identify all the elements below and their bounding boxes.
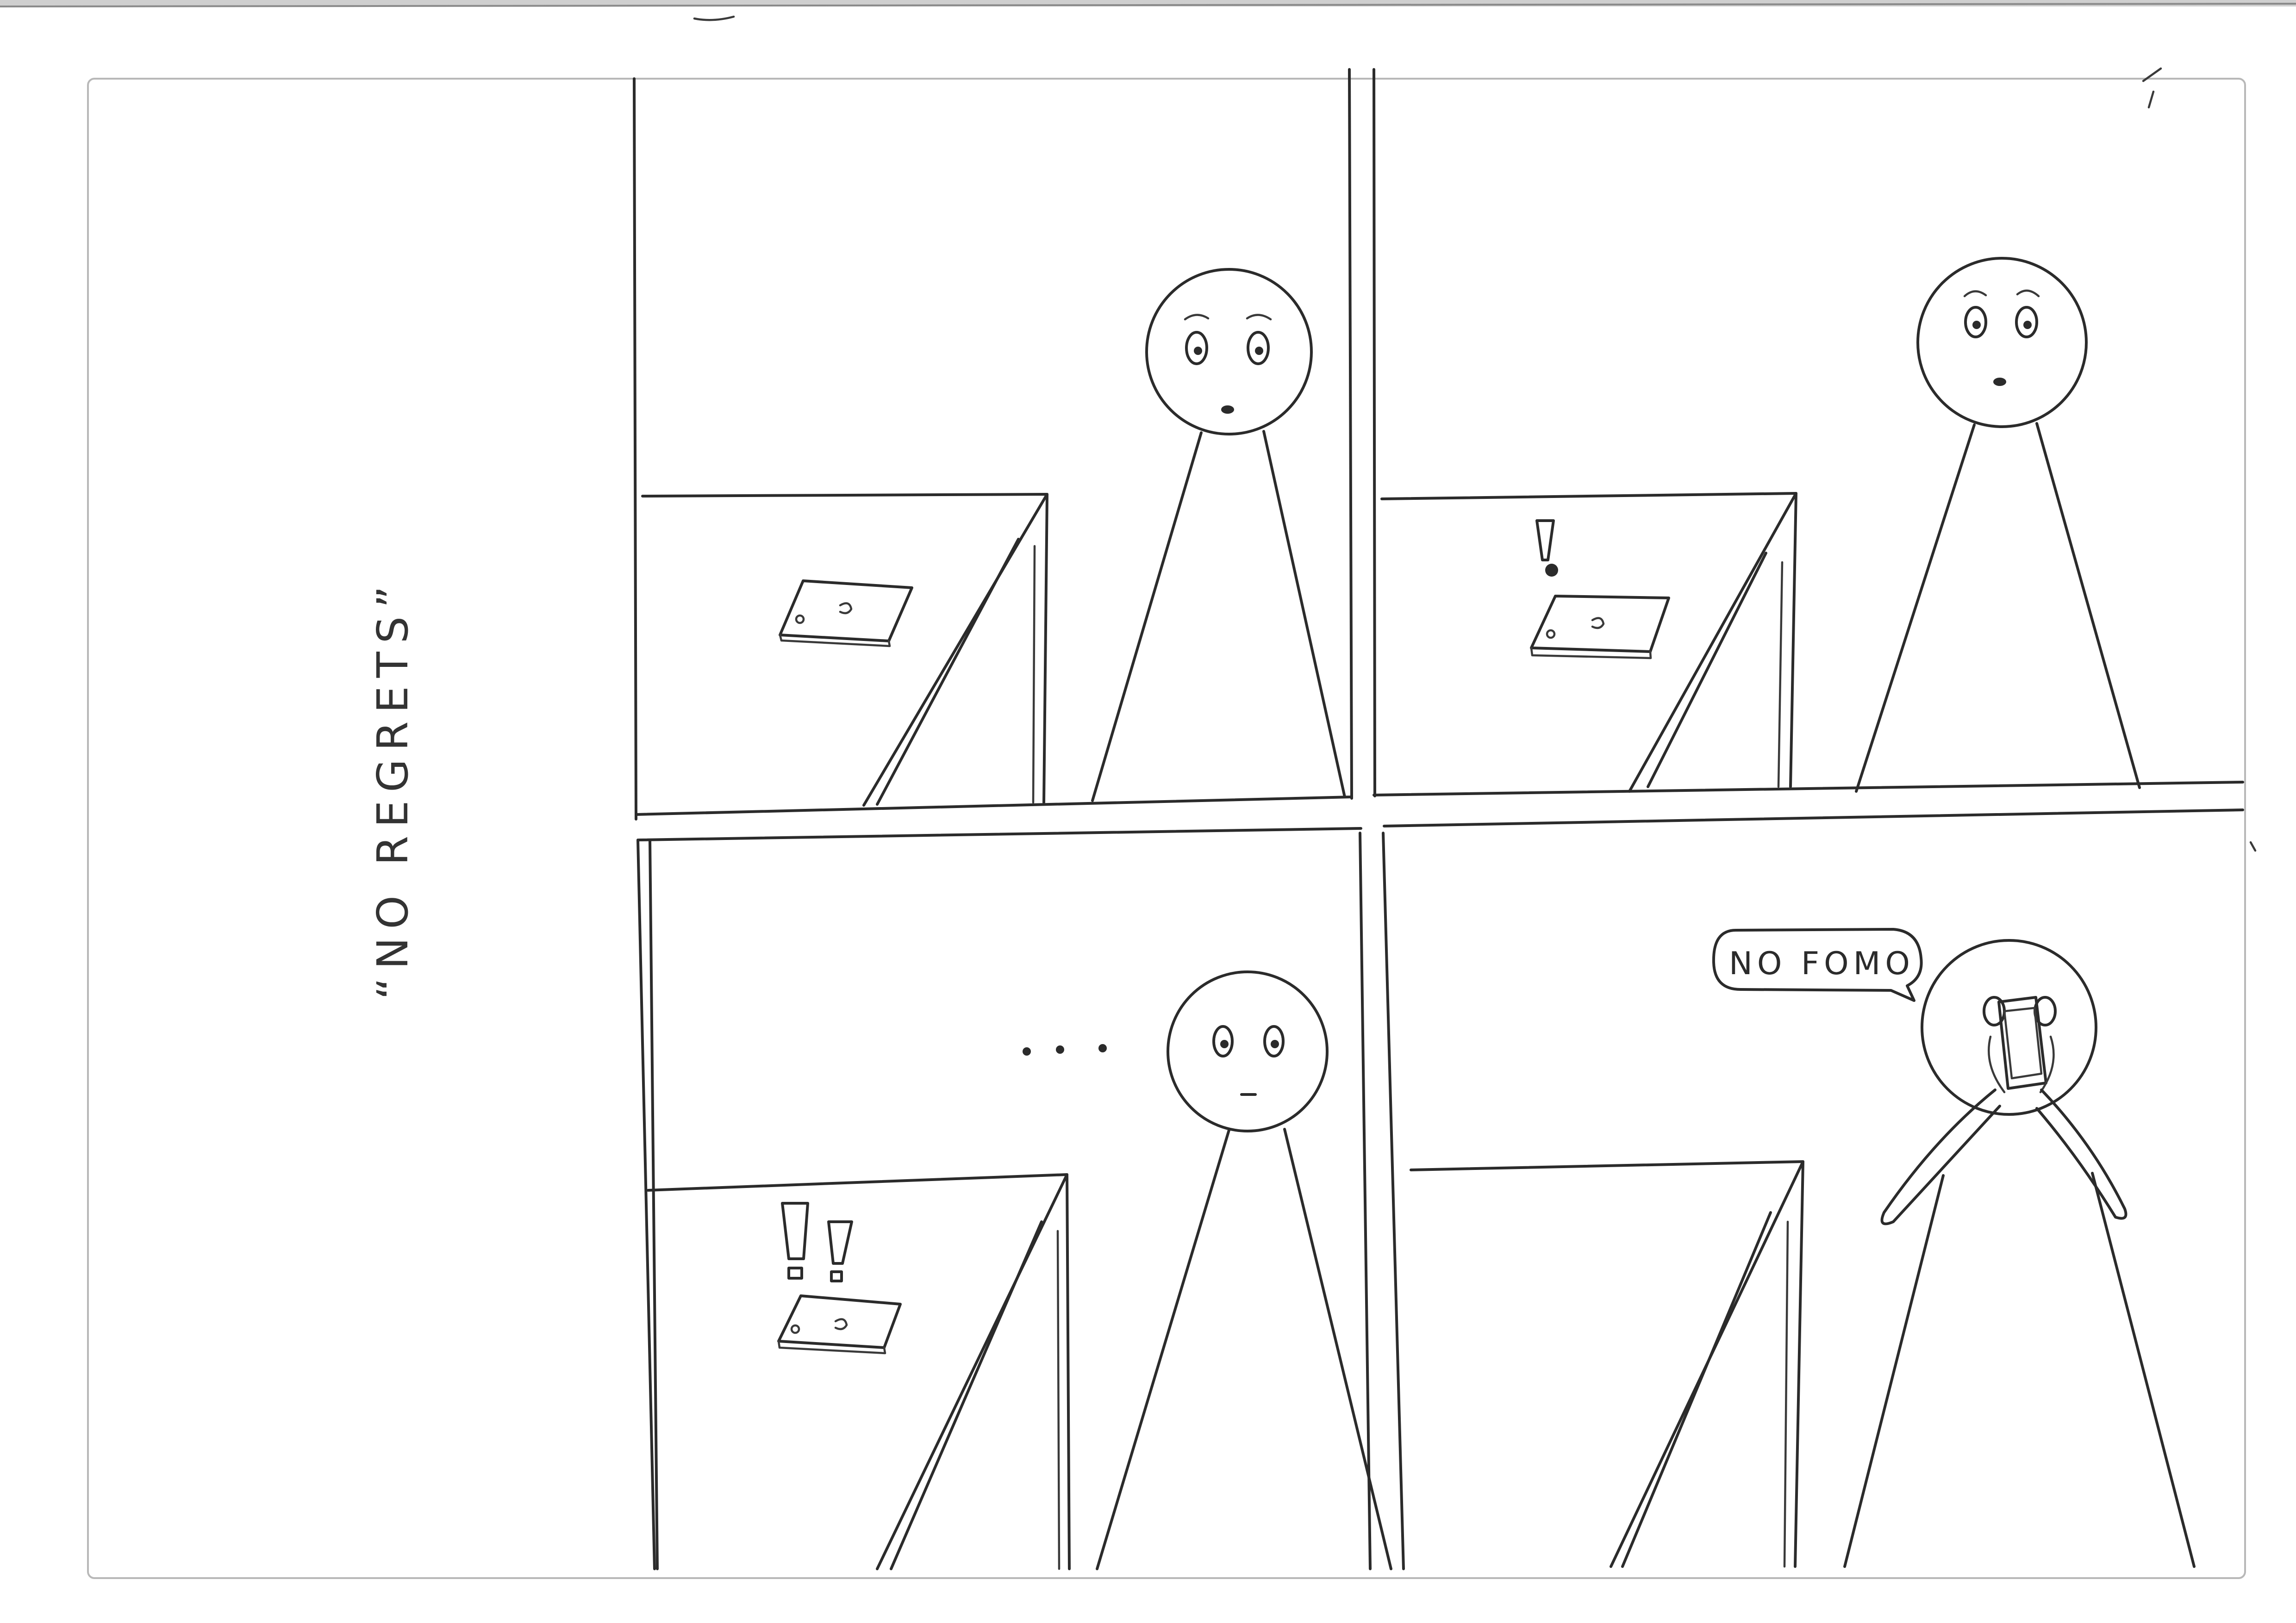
phone-icon bbox=[779, 579, 913, 647]
panel-2 bbox=[1380, 257, 2141, 793]
comic-page: “NO REGRETS” NO FOMO bbox=[0, 0, 2296, 1579]
panel-grid bbox=[633, 68, 2244, 1570]
table bbox=[1410, 1160, 1804, 1568]
person bbox=[1091, 268, 1346, 802]
comic-title: “NO REGRETS” bbox=[368, 578, 418, 1000]
person bbox=[1843, 939, 2196, 1568]
panel-3 bbox=[647, 970, 1392, 1570]
scan-top-edge bbox=[0, 0, 2296, 7]
alert-icon bbox=[781, 1202, 853, 1282]
table bbox=[641, 493, 1048, 807]
panel-4: NO FOMO bbox=[1410, 928, 2196, 1568]
phone-icon bbox=[777, 1294, 902, 1355]
speech-bubble: NO FOMO bbox=[1712, 928, 1923, 1002]
person bbox=[1855, 257, 2141, 793]
person bbox=[1096, 970, 1392, 1570]
phone-icon bbox=[1530, 595, 1670, 659]
scan-smudges bbox=[693, 15, 2257, 852]
panel-1 bbox=[641, 268, 1346, 807]
speech-bubble-text: NO FOMO bbox=[1729, 945, 1915, 982]
phone-in-hand-icon bbox=[1988, 996, 2055, 1094]
ellipsis bbox=[1023, 1044, 1107, 1056]
alert-icon bbox=[1535, 519, 1558, 577]
table bbox=[1380, 492, 1797, 793]
table bbox=[647, 1173, 1071, 1570]
